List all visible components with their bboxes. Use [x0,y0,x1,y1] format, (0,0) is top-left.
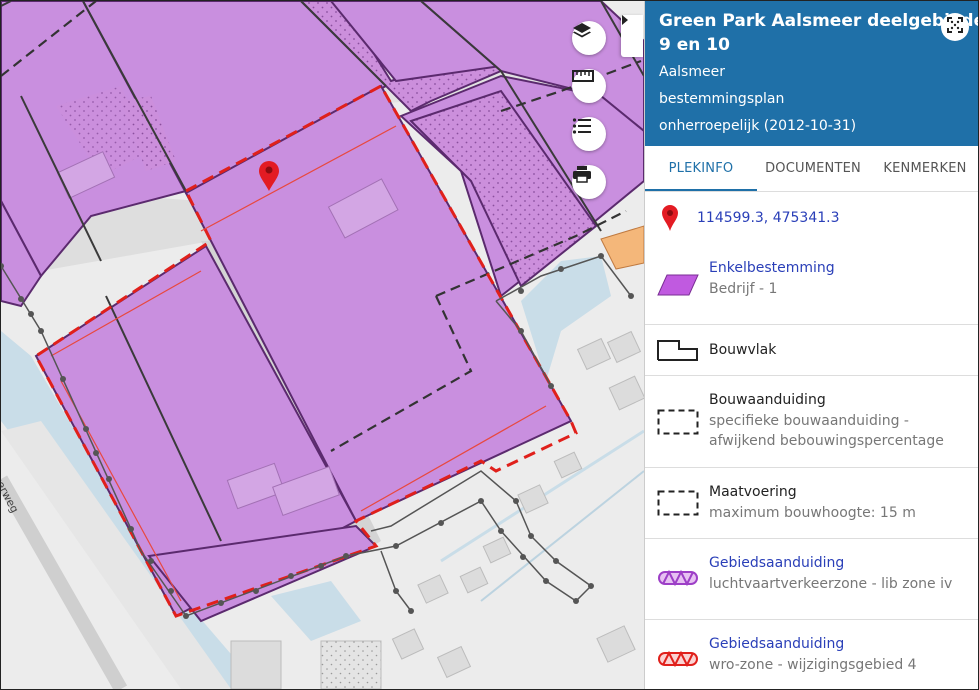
plan-title: Green Park Aalsmeer deelgebieden 9 en 10 [659,9,979,57]
legend-item-gebiedsaanduiding-luchtvaart: Gebiedsaanduiding luchtvaartverkeerzone … [645,539,978,620]
dashed-rect-icon [657,490,699,520]
legend-item-gebiedsaanduiding-wro: Gebiedsaanduiding wro-zone - wijzigingsg… [645,620,978,689]
dashed-rect-icon [657,409,699,439]
legend-button[interactable] [572,117,606,151]
map-view[interactable]: werweg [1,1,644,689]
legend-item-bouwaanduiding: Bouwaanduiding specifieke bouwaanduiding… [645,376,978,468]
collapse-panel-button[interactable] [621,15,643,57]
map-pin-icon [661,204,679,236]
legend-item-enkelbestemming: Enkelbestemming Bedrijf - 1 [645,249,978,325]
expand-icon [946,16,964,38]
item-subtitle: maximum bouwhoogte: 15 m [709,505,916,521]
tab-kenmerken[interactable]: KENMERKEN [869,146,978,191]
bouwvlak-outline-icon [657,339,699,365]
item-title: Bouwaanduiding [709,392,826,408]
app-frame: werweg Green Park Aalsmeer deelgebieden … [0,0,979,690]
info-panel: Green Park Aalsmeer deelgebieden 9 en 10… [644,1,979,689]
fullscreen-button[interactable] [941,13,969,41]
item-title[interactable]: Gebiedsaanduiding [709,555,844,571]
plan-type: bestemmingsplan [659,91,785,107]
legend-item-maatvoering: Maatvoering maximum bouwhoogte: 15 m [645,468,978,539]
coordinates-link[interactable]: 114599.3, 475341.3 [697,210,840,226]
plan-title-line2: 9 en 10 [659,35,730,55]
panel-tabs: PLEKINFO DOCUMENTEN KENMERKEN [645,146,978,192]
item-subtitle: luchtvaartverkeerzone - lib zone iv [709,576,953,592]
item-title: Maatvoering [709,484,797,500]
print-button[interactable] [572,165,606,199]
tab-plekinfo[interactable]: PLEKINFO [645,146,757,191]
item-title[interactable]: Gebiedsaanduiding [709,636,844,652]
red-zone-icon [657,650,699,672]
item-subtitle: wro-zone - wijzigingsgebied 4 [709,657,917,673]
coordinates-row: 114599.3, 475341.3 [645,192,978,242]
plan-municipality: Aalsmeer [659,64,725,80]
purple-parallelogram-icon [657,274,699,300]
plan-header: Green Park Aalsmeer deelgebieden 9 en 10… [645,1,979,146]
item-subtitle: Bedrijf - 1 [709,281,778,297]
map-canvas[interactable] [1,1,644,689]
plan-status: onherroepelijk (2012-10-31) [659,118,857,134]
measure-button[interactable] [572,69,606,103]
layers-button[interactable] [572,21,606,55]
tab-documenten[interactable]: DOCUMENTEN [757,146,869,191]
legend-item-bouwvlak: Bouwvlak [645,325,978,376]
item-title[interactable]: Enkelbestemming [709,260,835,276]
item-subtitle: specifieke bouwaanduiding - [709,413,909,429]
purple-zone-icon [657,569,699,591]
plan-title-line1: Green Park Aalsmeer deelgebieden [659,11,979,31]
item-subtitle: afwijkend bebouwingspercentage [709,433,944,449]
item-title: Bouwvlak [709,342,777,358]
